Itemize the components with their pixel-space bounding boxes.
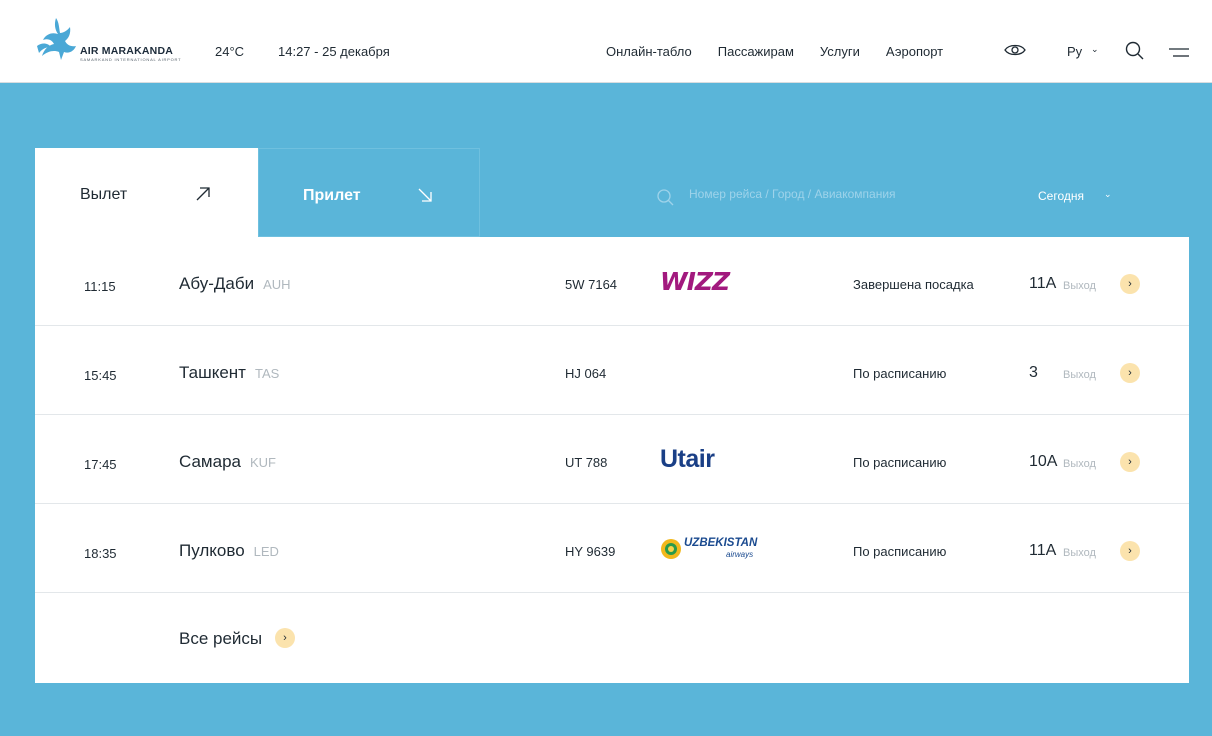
airport-code: AUH <box>263 277 291 292</box>
griffin-logo-icon <box>37 18 76 60</box>
flight-board: 11:15 Абу-Даби AUH 5W 7164 WIZZ Завершена… <box>35 237 1189 683</box>
airline-logo-wizz: WIZZ <box>660 267 770 297</box>
flight-number: HJ 064 <box>565 366 607 381</box>
logo[interactable]: AIR MARAKANDA SAMARKAND INTERNATIONAL AI… <box>34 16 181 66</box>
flight-status: По расписанию <box>853 544 947 559</box>
temperature: 24°C <box>215 44 245 59</box>
table-row[interactable]: 17:45 Самара KUF UT 788 Utair По расписан… <box>35 415 1189 504</box>
flight-search-input[interactable]: Номер рейса / Город / Авиакомпания <box>656 186 956 208</box>
city-name: Самара <box>179 452 241 471</box>
flight-number: 5W 7164 <box>565 277 618 292</box>
table-row[interactable]: 18:35 Пулково LED HY 9639 UZBEKISTAN airw… <box>35 504 1189 593</box>
gate-number: 11A <box>1029 275 1057 292</box>
uzbekistan-airways-emblem-icon <box>661 539 681 559</box>
utair-logo-text: Utair <box>660 445 715 473</box>
all-flights-link[interactable]: Все рейсы <box>179 629 262 649</box>
chevron-down-icon: ⌄ <box>1104 189 1112 199</box>
chevron-right-icon[interactable]: › <box>1120 452 1140 472</box>
airline-logo-uzbekistan: UZBEKISTAN airways <box>660 534 770 564</box>
tab-departure-label: Вылет <box>80 186 128 203</box>
nav-airport[interactable]: Аэропорт <box>886 44 943 59</box>
gate-label: Выход <box>1063 547 1096 559</box>
flight-number: UT 788 <box>565 455 608 470</box>
flight-time: 11:15 <box>84 279 116 294</box>
flight-city: Абу-Даби AUH <box>179 274 291 294</box>
chevron-right-icon[interactable]: › <box>1120 541 1140 561</box>
table-row[interactable]: 11:15 Абу-Даби AUH 5W 7164 WIZZ Завершена… <box>35 237 1189 326</box>
uzbekistan-logo-text: UZBEKISTAN <box>684 537 758 549</box>
flight-status: По расписанию <box>853 366 947 381</box>
city-name: Абу-Даби <box>179 274 255 293</box>
flight-number: HY 9639 <box>565 544 616 559</box>
flight-status: По расписанию <box>853 455 947 470</box>
accessibility-eye-icon[interactable] <box>1004 42 1026 63</box>
city-name: Пулково <box>179 541 245 560</box>
airline-logo-utair: Utair <box>660 445 770 475</box>
city-name: Ташкент <box>179 363 246 382</box>
search-icon <box>657 189 674 206</box>
tab-departure[interactable]: Вылет <box>35 148 258 237</box>
gate-number: 3 <box>1029 364 1038 381</box>
flight-time: 17:45 <box>84 457 117 472</box>
tab-arrival[interactable]: Прилет <box>258 148 480 237</box>
arrow-up-right-icon <box>195 186 211 207</box>
gate-number: 10A <box>1029 453 1058 470</box>
airport-code: LED <box>253 544 279 559</box>
day-selector[interactable]: Сегодня <box>1038 189 1084 203</box>
flight-time: 15:45 <box>84 368 117 383</box>
search-placeholder: Номер рейса / Город / Авиакомпания <box>689 187 896 201</box>
airport-code: TAS <box>254 366 280 381</box>
chevron-right-icon[interactable]: › <box>275 628 295 648</box>
search-icon[interactable] <box>1125 41 1144 65</box>
logo-text: AIR MARAKANDA <box>80 45 174 57</box>
nav-online-board[interactable]: Онлайн-табло <box>606 44 692 59</box>
table-row[interactable]: 15:45 Ташкент TAS HJ 064 По расписанию 3 … <box>35 326 1189 415</box>
arrow-down-right-icon <box>417 187 433 208</box>
language-selector[interactable]: Ру <box>1067 44 1082 59</box>
gate-label: Выход <box>1063 280 1096 292</box>
nav-services[interactable]: Услуги <box>820 44 860 59</box>
site-header: AIR MARAKANDA SAMARKAND INTERNATIONAL AI… <box>0 0 1212 83</box>
chevron-right-icon[interactable]: › <box>1120 363 1140 383</box>
logo-subtitle: SAMARKAND INTERNATIONAL AIRPORT <box>80 57 182 62</box>
flight-city: Ташкент TAS <box>179 363 279 383</box>
chevron-down-icon: ⌄ <box>1091 44 1099 54</box>
main-nav: Онлайн-табло Пассажирам Услуги Аэропорт <box>606 44 969 59</box>
gate-label: Выход <box>1063 369 1096 381</box>
flight-time: 18:35 <box>84 546 117 561</box>
nav-passengers[interactable]: Пассажирам <box>718 44 794 59</box>
tab-arrival-label: Прилет <box>303 187 361 204</box>
gate-number: 11A <box>1029 542 1057 559</box>
wizz-logo-text: WIZZ <box>660 267 730 296</box>
hamburger-menu-icon[interactable] <box>1169 45 1189 63</box>
flight-city: Пулково LED <box>179 541 279 561</box>
current-datetime: 14:27 - 25 декабря <box>278 44 390 59</box>
flight-city: Самара KUF <box>179 452 276 472</box>
chevron-right-icon[interactable]: › <box>1120 274 1140 294</box>
flight-status: Завершена посадка <box>853 277 974 292</box>
uzbekistan-logo-subtext: airways <box>726 550 754 559</box>
airport-code: KUF <box>249 455 276 470</box>
gate-label: Выход <box>1063 458 1096 470</box>
